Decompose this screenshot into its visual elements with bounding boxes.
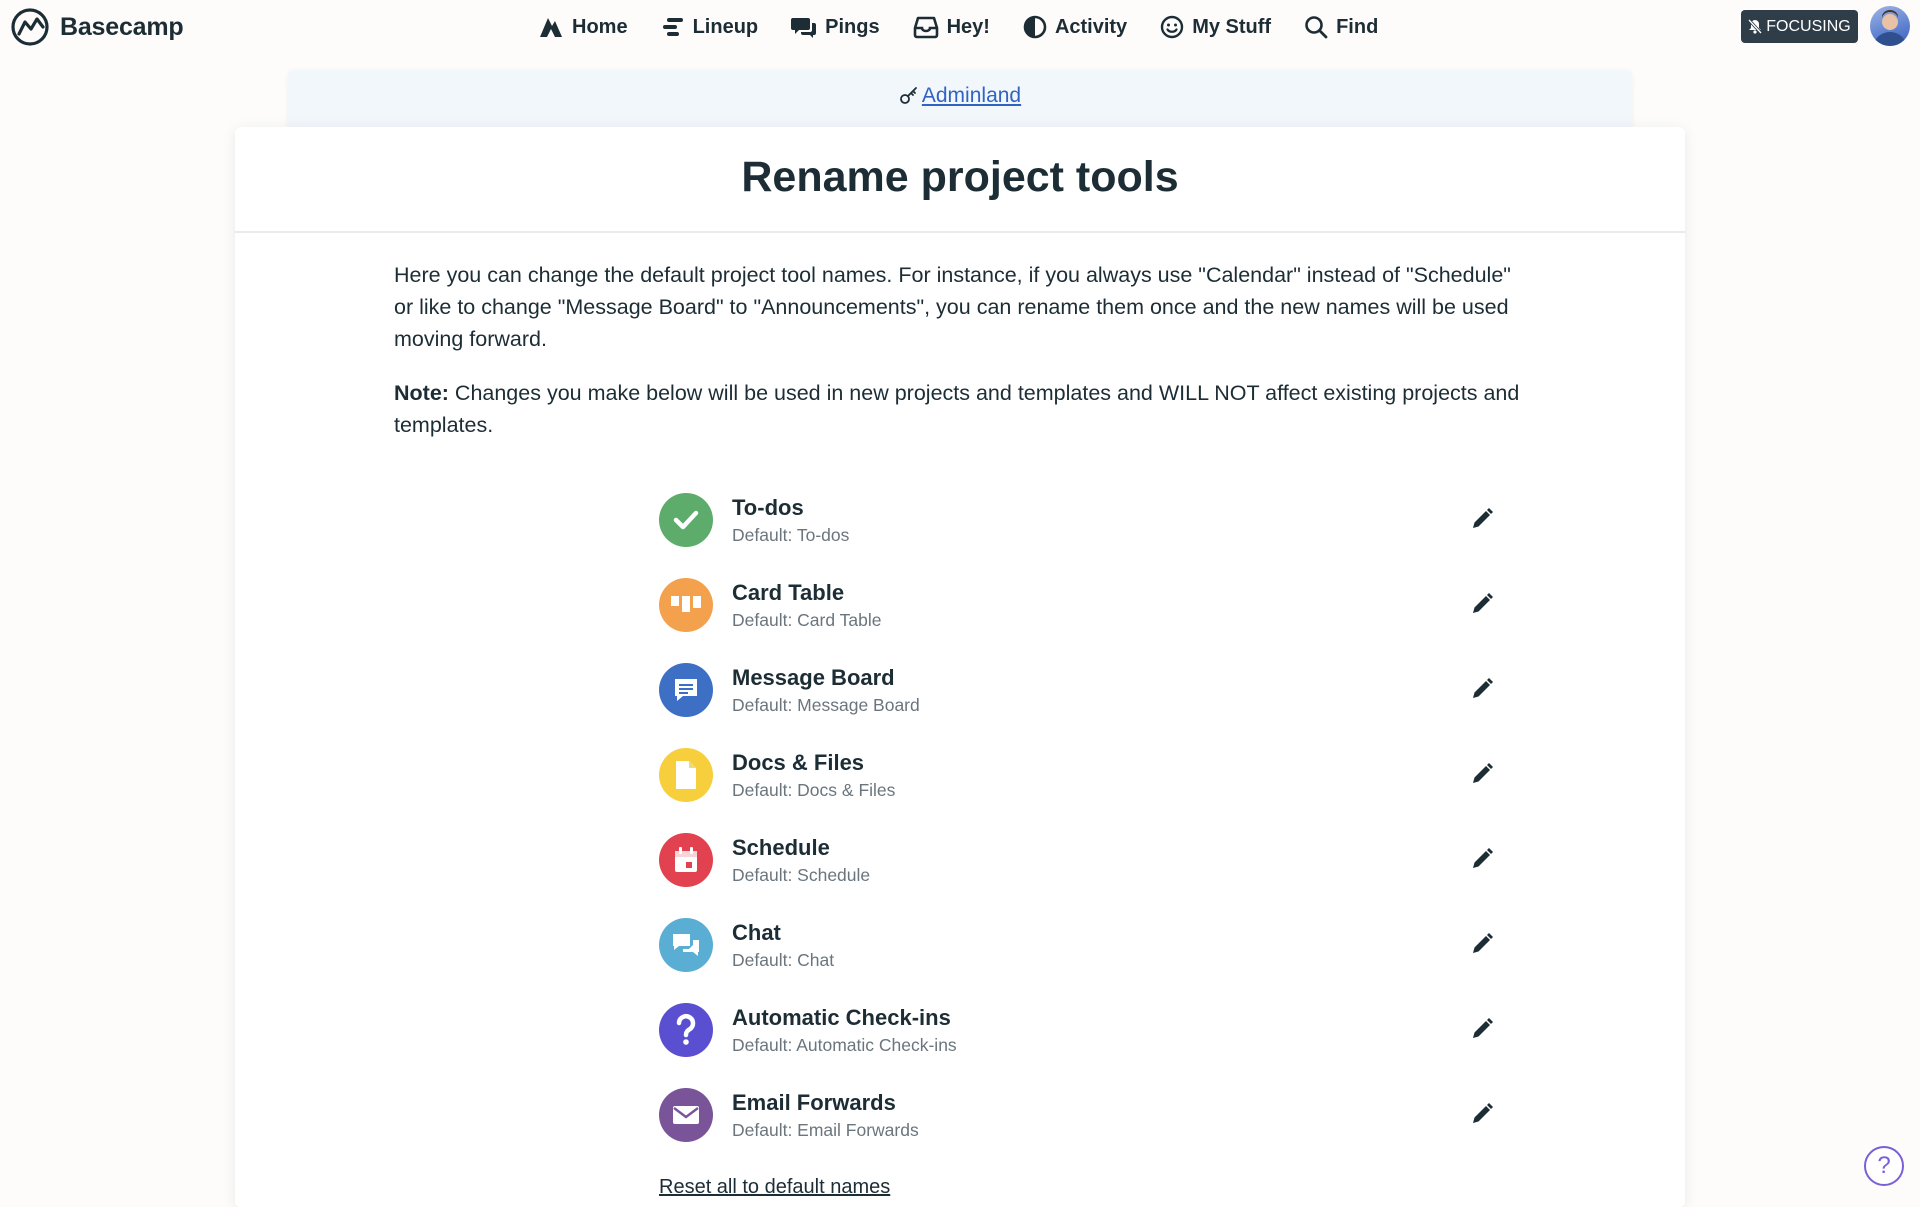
- rename-tools-panel: Rename project tools Here you can change…: [235, 127, 1685, 1207]
- chat-icon: [659, 918, 713, 972]
- nav-find-label: Find: [1336, 15, 1379, 38]
- pencil-icon: [1473, 763, 1493, 783]
- tool-row-email-forwards: Email Forwards Default: Email Forwards: [659, 1088, 1493, 1173]
- nav-hey-label: Hey!: [946, 15, 990, 38]
- tool-name: Schedule: [732, 835, 830, 860]
- envelope-icon: [659, 1088, 713, 1142]
- nav-home-label: Home: [572, 15, 628, 38]
- tool-default: Default: Email Forwards: [732, 1120, 919, 1140]
- search-icon: [1305, 16, 1328, 39]
- pencil-icon: [1473, 933, 1493, 953]
- edit-todos-button[interactable]: [1464, 501, 1500, 537]
- tool-name: Card Table: [732, 580, 845, 605]
- document-icon: [659, 748, 713, 802]
- focusing-badge[interactable]: FOCUSING: [1741, 10, 1858, 43]
- pings-icon: [791, 18, 817, 38]
- basecamp-logo[interactable]: Basecamp: [10, 6, 184, 48]
- adminland-label: Adminland: [921, 84, 1022, 107]
- edit-docs-files-button[interactable]: [1464, 756, 1500, 792]
- edit-chat-button[interactable]: [1464, 926, 1500, 962]
- tool-name: Email Forwards: [732, 1090, 896, 1115]
- intro-text: Here you can change the default project …: [394, 263, 1511, 351]
- calendar-icon: [659, 833, 713, 887]
- tool-name: Chat: [732, 920, 781, 945]
- avatar-image: [1874, 10, 1906, 46]
- tool-default: Default: Chat: [732, 950, 835, 970]
- nav-pings-label: Pings: [825, 15, 880, 38]
- lineup-icon: [662, 18, 683, 36]
- tool-name: Docs & Files: [732, 750, 865, 775]
- help-button[interactable]: ?: [1864, 1146, 1904, 1186]
- tool-default: Default: Card Table: [732, 610, 882, 630]
- tool-default: Default: Automatic Check-ins: [732, 1035, 957, 1055]
- reset-defaults-link[interactable]: Reset all to default names: [659, 1176, 890, 1199]
- nav-find[interactable]: Find: [1304, 15, 1378, 39]
- question-icon: [659, 1003, 713, 1057]
- nav-lineup-label: Lineup: [692, 15, 759, 38]
- nav-activity[interactable]: Activity: [1023, 15, 1127, 39]
- top-navigation: Basecamp Home Lineup Pings Hey! Activity…: [0, 0, 1920, 54]
- tool-name: Automatic Check-ins: [732, 1005, 951, 1030]
- breadcrumb: Adminland: [288, 70, 1632, 132]
- brand-name: Basecamp: [60, 12, 184, 41]
- edit-checkins-button[interactable]: [1464, 1011, 1500, 1047]
- pencil-icon: [1473, 1103, 1493, 1123]
- nav-activity-label: Activity: [1054, 15, 1128, 38]
- check-icon: [659, 493, 713, 547]
- card-table-icon: [659, 578, 713, 632]
- nav-my-stuff-label: My Stuff: [1192, 15, 1272, 38]
- tool-name: To-dos: [732, 495, 804, 520]
- note-body: Changes you make below will be used in n…: [394, 381, 1520, 437]
- main-nav: Home Lineup Pings Hey! Activity My Stuff…: [538, 8, 1411, 46]
- tool-default: Default: To-dos: [732, 525, 850, 545]
- nav-lineup[interactable]: Lineup: [661, 15, 759, 39]
- focusing-label: FOCUSING: [1766, 17, 1851, 35]
- page-title: Rename project tools: [741, 153, 1179, 201]
- activity-icon: [1023, 15, 1047, 39]
- home-icon: [540, 18, 562, 37]
- adminland-link[interactable]: Adminland: [288, 84, 1632, 108]
- nav-pings[interactable]: Pings: [791, 15, 880, 39]
- tool-row-message-board: Message Board Default: Message Board: [659, 663, 1493, 748]
- tool-name: Message Board: [732, 665, 895, 690]
- tool-list: To-dos Default: To-dos Card Table Defaul…: [659, 493, 1493, 1173]
- nav-my-stuff[interactable]: My Stuff: [1160, 15, 1271, 39]
- help-icon: ?: [1877, 1152, 1891, 1179]
- edit-card-table-button[interactable]: [1464, 586, 1500, 622]
- basecamp-logo-icon: [11, 8, 49, 46]
- message-icon: [659, 663, 713, 717]
- note-text: Note: Changes you make below will be use…: [394, 377, 1534, 441]
- pencil-icon: [1473, 508, 1493, 528]
- smiley-icon: [1160, 15, 1184, 39]
- bell-off-icon: [1748, 19, 1763, 34]
- pencil-icon: [1473, 593, 1493, 613]
- tool-row-chat: Chat Default: Chat: [659, 918, 1493, 1003]
- edit-email-forwards-button[interactable]: [1464, 1096, 1500, 1132]
- tool-row-schedule: Schedule Default: Schedule: [659, 833, 1493, 918]
- pencil-icon: [1473, 1018, 1493, 1038]
- tool-default: Default: Docs & Files: [732, 780, 896, 800]
- title-divider: [235, 231, 1685, 233]
- key-icon: [899, 87, 917, 104]
- tool-row-card-table: Card Table Default: Card Table: [659, 578, 1493, 663]
- nav-hey[interactable]: Hey!: [913, 15, 990, 39]
- edit-message-board-button[interactable]: [1464, 671, 1500, 707]
- note-label: Note:: [394, 381, 449, 405]
- edit-schedule-button[interactable]: [1464, 841, 1500, 877]
- pencil-icon: [1473, 678, 1493, 698]
- hey-inbox-icon: [913, 16, 938, 39]
- avatar[interactable]: [1870, 6, 1910, 46]
- nav-home[interactable]: Home: [538, 15, 628, 39]
- tool-row-todos: To-dos Default: To-dos: [659, 493, 1493, 578]
- pencil-icon: [1473, 848, 1493, 868]
- tool-row-docs-files: Docs & Files Default: Docs & Files: [659, 748, 1493, 833]
- tool-row-checkins: Automatic Check-ins Default: Automatic C…: [659, 1003, 1493, 1088]
- tool-default: Default: Message Board: [732, 695, 920, 715]
- tool-default: Default: Schedule: [732, 865, 871, 885]
